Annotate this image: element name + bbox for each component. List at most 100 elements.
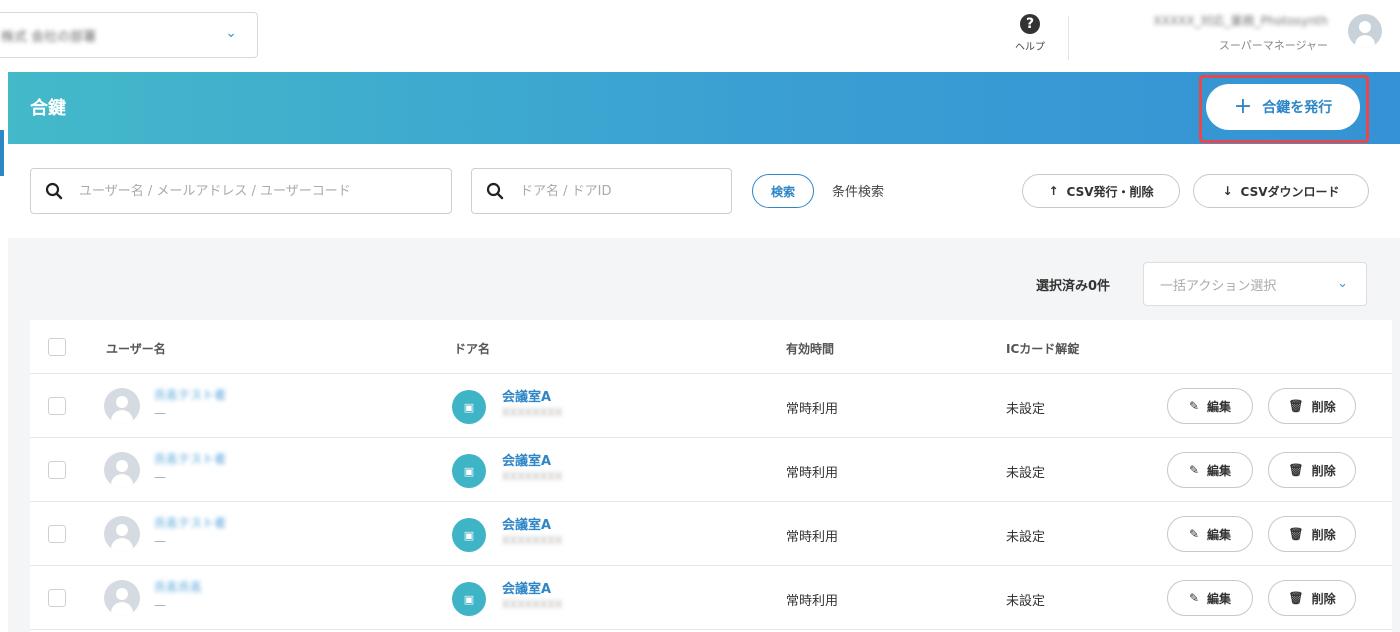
ic-card-status: 未設定 [1006, 594, 1046, 609]
top-bar: 株式 会社の部署 ⌄ ? ヘルプ XXXXX_対応_業務_Photosynth … [0, 0, 1400, 70]
help-button[interactable]: ? ヘルプ [1008, 14, 1052, 53]
pencil-icon: ✎ [1188, 399, 1200, 413]
door-id: XXXXXXXX [502, 598, 563, 611]
upload-icon: ↑ [1048, 184, 1059, 198]
delete-button-label: 削除 [1311, 591, 1336, 606]
door-icon: ▣ [452, 390, 486, 424]
ic-card-status: 未設定 [1006, 466, 1046, 481]
condition-search-link[interactable]: 条件検索 [832, 181, 884, 200]
door-icon: ▣ [452, 518, 486, 552]
door-id: XXXXXXXX [502, 470, 563, 483]
column-header-ic-card: ICカード解錠 [1006, 342, 1080, 356]
delete-button-label: 削除 [1311, 463, 1336, 478]
pencil-icon: ✎ [1188, 527, 1200, 541]
door-name-link[interactable]: 会議室A [502, 386, 551, 405]
page-title: 合鍵 [30, 98, 66, 119]
row-checkbox[interactable] [48, 397, 66, 415]
edit-button[interactable]: ✎ 編集 [1167, 388, 1253, 424]
user-name-link[interactable]: 氏名テスト者 [154, 514, 226, 531]
search-icon [45, 182, 63, 200]
search-icon [486, 182, 504, 200]
user-avatar-icon [104, 516, 140, 552]
select-all-checkbox[interactable] [48, 338, 66, 356]
ic-card-status: 未設定 [1006, 402, 1046, 417]
chevron-down-icon: ⌄ [1337, 276, 1348, 291]
chevron-down-icon: ⌄ [225, 25, 237, 41]
user-code: — [154, 470, 166, 484]
user-avatar-icon [104, 388, 140, 424]
organization-select[interactable]: 株式 会社の部署 ⌄ [0, 12, 258, 58]
table-row: 氏名テスト者 — ▣ 会議室A XXXXXXXX 常時利用 未設定 ✎ 編集 🗑… [30, 502, 1392, 566]
divider [1068, 16, 1069, 60]
edit-button-label: 編集 [1207, 527, 1232, 542]
door-search-input[interactable] [520, 183, 710, 199]
edit-button[interactable]: ✎ 編集 [1167, 580, 1253, 616]
valid-time: 常時利用 [786, 530, 839, 545]
bulk-action-select[interactable]: 一括アクション選択 ⌄ [1143, 262, 1367, 306]
door-name-link[interactable]: 会議室A [502, 514, 551, 533]
trash-icon: 🗑 [1288, 399, 1304, 413]
csv-issue-delete-button[interactable]: ↑ CSV発行・削除 [1022, 174, 1180, 208]
user-menu[interactable]: XXXXX_対応_業務_Photosynth スーパーマネージャー [1090, 12, 1328, 53]
user-code: — [154, 406, 166, 420]
issue-key-button-label: 合鍵を発行 [1262, 100, 1333, 116]
user-code: — [154, 598, 166, 612]
user-code: — [154, 534, 166, 548]
table-row: 氏名氏名 — ▣ 会議室A XXXXXXXX 常時利用 未設定 ✎ 編集 🗑 削… [30, 566, 1392, 630]
valid-time: 常時利用 [786, 594, 839, 609]
column-header-user: ユーザー名 [106, 342, 166, 356]
delete-button[interactable]: 🗑 削除 [1268, 388, 1356, 424]
csv-download-button[interactable]: ↓ CSVダウンロード [1193, 174, 1369, 208]
search-button[interactable]: 検索 [752, 174, 814, 208]
row-checkbox[interactable] [48, 525, 66, 543]
user-search-input[interactable] [79, 183, 409, 199]
user-avatar-icon[interactable] [1348, 14, 1382, 48]
edit-button[interactable]: ✎ 編集 [1167, 516, 1253, 552]
delete-button[interactable]: 🗑 削除 [1268, 516, 1356, 552]
row-checkbox[interactable] [48, 589, 66, 607]
pencil-icon: ✎ [1188, 591, 1200, 605]
question-icon: ? [1020, 14, 1040, 34]
table-row: 氏名テスト者 — ▣ 会議室A XXXXXXXX 常時利用 未設定 ✎ 編集 🗑… [30, 438, 1392, 502]
door-name-link[interactable]: 会議室A [502, 450, 551, 469]
organization-select-value: 株式 会社の部署 [1, 29, 97, 45]
trash-icon: 🗑 [1288, 463, 1304, 477]
trash-icon: 🗑 [1288, 527, 1304, 541]
column-header-valid-time: 有効時間 [786, 342, 835, 356]
door-id: XXXXXXXX [502, 534, 563, 547]
user-name-link[interactable]: 氏名氏名 [154, 578, 202, 595]
issue-key-button[interactable]: + 合鍵を発行 [1206, 84, 1360, 130]
door-icon: ▣ [452, 454, 486, 488]
csv-download-label: CSVダウンロード [1240, 184, 1340, 199]
plus-icon: + [1233, 94, 1253, 119]
trash-icon: 🗑 [1288, 591, 1304, 605]
edit-button[interactable]: ✎ 編集 [1167, 452, 1253, 488]
delete-button-label: 削除 [1311, 399, 1336, 414]
delete-button[interactable]: 🗑 削除 [1268, 452, 1356, 488]
valid-time: 常時利用 [786, 402, 839, 417]
csv-issue-delete-label: CSV発行・削除 [1066, 184, 1154, 199]
sidebar-active-indicator [0, 130, 4, 176]
delete-button-label: 削除 [1311, 527, 1336, 542]
page-header-banner: 合鍵 [8, 72, 1400, 144]
key-table: ユーザー名 ドア名 有効時間 ICカード解錠 氏名テスト者 — ▣ 会議室A X… [30, 320, 1392, 632]
edit-button-label: 編集 [1207, 399, 1232, 414]
door-id: XXXXXXXX [502, 406, 563, 419]
row-checkbox[interactable] [48, 461, 66, 479]
edit-button-label: 編集 [1207, 591, 1232, 606]
door-icon: ▣ [452, 582, 486, 616]
column-header-door: ドア名 [454, 342, 491, 356]
ic-card-status: 未設定 [1006, 530, 1046, 545]
help-label: ヘルプ [1015, 42, 1045, 53]
user-avatar-icon [104, 452, 140, 488]
bulk-action-placeholder: 一括アクション選択 [1160, 278, 1277, 294]
selected-count: 選択済み0件 [1036, 279, 1111, 294]
user-name-link[interactable]: 氏名テスト者 [154, 386, 226, 403]
user-search-field[interactable] [30, 168, 452, 214]
user-name: XXXXX_対応_業務_Photosynth [1153, 14, 1328, 28]
door-search-field[interactable] [471, 168, 732, 214]
table-header: ユーザー名 ドア名 有効時間 ICカード解錠 [30, 320, 1392, 374]
delete-button[interactable]: 🗑 削除 [1268, 580, 1356, 616]
door-name-link[interactable]: 会議室A [502, 578, 551, 597]
user-name-link[interactable]: 氏名テスト者 [154, 450, 226, 467]
